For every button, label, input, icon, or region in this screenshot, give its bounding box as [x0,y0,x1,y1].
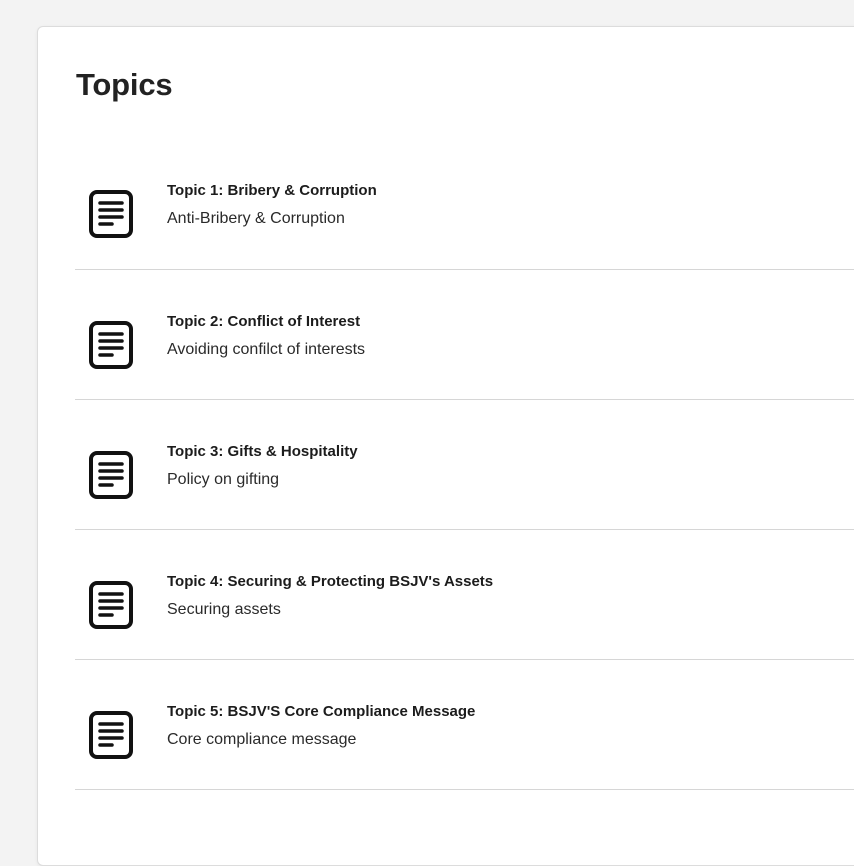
topic-subtitle: Core compliance message [167,731,357,748]
document-icon [88,580,134,630]
topic-title[interactable]: Topic 5: BSJV'S Core Compliance Message [167,703,475,721]
topic-subtitle: Avoiding confilct of interests [167,341,366,358]
topic-list: Topic 1: Bribery & Corruption Anti-Bribe… [75,139,854,790]
topic-item-3[interactable]: Topic 3: Gifts & Hospitality Policy on g… [75,400,854,530]
panel-title: Topics [76,67,173,102]
document-icon [88,320,134,370]
topic-subtitle: Securing assets [167,601,281,618]
topic-subtitle: Policy on gifting [167,471,280,488]
topic-item-1[interactable]: Topic 1: Bribery & Corruption Anti-Bribe… [75,139,854,270]
topic-title[interactable]: Topic 2: Conflict of Interest [167,313,365,331]
topic-text: Topic 5: BSJV'S Core Compliance Message … [167,703,475,749]
topic-text: Topic 1: Bribery & Corruption Anti-Bribe… [167,182,377,228]
topic-title[interactable]: Topic 3: Gifts & Hospitality [167,443,358,461]
topic-title[interactable]: Topic 1: Bribery & Corruption [167,182,377,200]
topic-text: Topic 3: Gifts & Hospitality Policy on g… [167,443,358,489]
topics-panel: Topics Topic 1: Bribery & Corruption Ant… [37,26,854,866]
topic-title[interactable]: Topic 4: Securing & Protecting BSJV's As… [167,573,493,591]
topic-subtitle: Anti-Bribery & Corruption [167,210,345,227]
topic-item-4[interactable]: Topic 4: Securing & Protecting BSJV's As… [75,530,854,660]
document-icon [88,710,134,760]
topic-item-5[interactable]: Topic 5: BSJV'S Core Compliance Message … [75,660,854,790]
document-icon [88,189,134,239]
document-icon [88,450,134,500]
topic-item-2[interactable]: Topic 2: Conflict of Interest Avoiding c… [75,270,854,400]
topic-text: Topic 2: Conflict of Interest Avoiding c… [167,313,365,359]
topic-text: Topic 4: Securing & Protecting BSJV's As… [167,573,493,619]
